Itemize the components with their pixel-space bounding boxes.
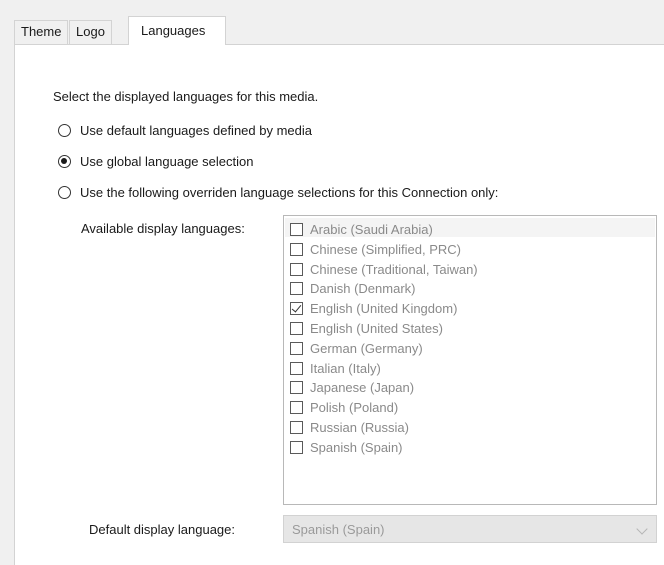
radio-override-icon (58, 185, 71, 199)
radio-default-languages[interactable]: Use default languages defined by media (58, 121, 312, 139)
language-item[interactable]: English (United States) (290, 319, 443, 338)
tab-languages[interactable]: Languages (128, 16, 226, 45)
language-item[interactable]: Spanish (Spain) (290, 438, 403, 457)
language-item-label: Chinese (Traditional, Taiwan) (310, 261, 478, 277)
radio-global-icon (58, 154, 71, 168)
checkbox-icon[interactable] (290, 242, 303, 256)
language-item[interactable]: Chinese (Traditional, Taiwan) (290, 260, 478, 279)
chevron-down-icon (636, 523, 648, 535)
radio-global-language[interactable]: Use global language selection (58, 152, 253, 170)
checkbox-icon[interactable] (290, 440, 303, 454)
radio-global-label: Use global language selection (80, 153, 254, 169)
language-item-label: English (United Kingdom) (310, 301, 458, 317)
checkbox-icon[interactable] (290, 282, 303, 296)
tab-theme[interactable]: Theme (14, 20, 69, 44)
language-item-label: Italian (Italy) (310, 360, 381, 376)
checkbox-icon[interactable] (290, 262, 303, 276)
languages-panel: Select the displayed languages for this … (14, 44, 664, 565)
language-item-label: German (Germany) (310, 340, 423, 356)
tab-logo[interactable]: Logo (69, 20, 112, 44)
language-item-label: Polish (Poland) (310, 400, 399, 416)
language-item[interactable]: English (United Kingdom) (290, 299, 457, 318)
radio-override-languages[interactable]: Use the following overriden language sel… (58, 183, 498, 201)
default-language-select[interactable]: Spanish (Spain) (283, 515, 657, 543)
checkbox-icon[interactable] (290, 322, 303, 335)
radio-default-label: Use default languages defined by media (80, 122, 312, 138)
checkbox-icon[interactable] (290, 361, 303, 375)
default-language-value: Spanish (Spain) (292, 521, 385, 537)
language-item[interactable]: Japanese (Japan) (290, 378, 414, 397)
available-languages-label: Available display languages: (81, 221, 245, 236)
checkbox-icon[interactable] (290, 401, 303, 415)
radio-default-icon (58, 123, 71, 137)
language-item[interactable]: Russian (Russia) (290, 418, 409, 437)
radio-override-label: Use the following overriden language sel… (80, 184, 499, 200)
tab-strip: Theme Logo Languages (0, 0, 664, 45)
language-item-label: Arabic (Saudi Arabia) (310, 222, 433, 237)
language-item[interactable]: Danish (Denmark) (290, 279, 415, 298)
checkbox-icon[interactable] (290, 223, 303, 236)
checkbox-icon[interactable] (290, 341, 303, 355)
checkbox-icon[interactable] (290, 421, 303, 434)
default-language-label: Default display language: (89, 522, 235, 537)
language-item-label: Russian (Russia) (310, 420, 409, 435)
language-item-label: Chinese (Simplified, PRC) (310, 241, 461, 257)
language-item[interactable]: Italian (Italy) (290, 359, 381, 378)
instruction-text: Select the displayed languages for this … (53, 89, 319, 104)
available-languages-listbox[interactable]: Arabic (Saudi Arabia) Chinese (Simplified… (283, 215, 657, 505)
language-item[interactable]: German (Germany) (290, 339, 423, 358)
checkbox-icon[interactable] (290, 381, 303, 395)
language-item[interactable]: Chinese (Simplified, PRC) (290, 240, 461, 259)
language-item[interactable]: Polish (Poland) (290, 398, 398, 417)
language-item-label: Japanese (Japan) (310, 380, 415, 396)
language-item-label: English (United States) (310, 321, 443, 336)
language-item-label: Spanish (Spain) (310, 439, 403, 455)
checked-checkbox-icon[interactable] (290, 302, 303, 316)
language-item-label: Danish (Denmark) (310, 281, 416, 297)
language-item[interactable]: Arabic (Saudi Arabia) (290, 220, 433, 239)
